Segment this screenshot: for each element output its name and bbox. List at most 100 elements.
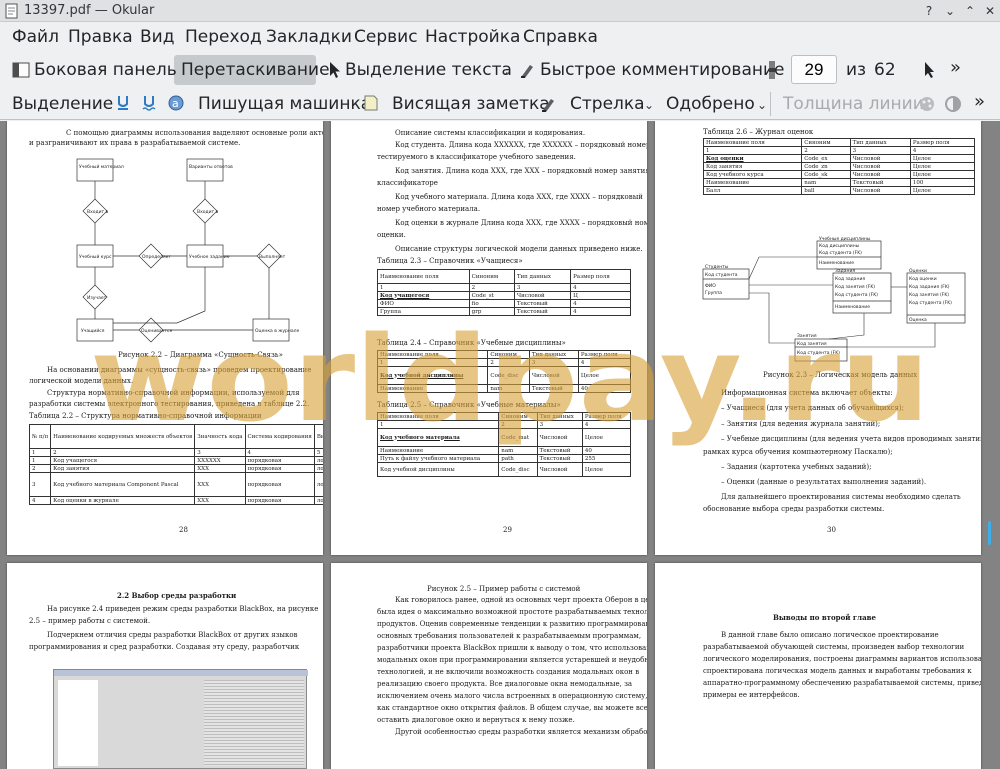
menu-go[interactable]: Переход	[185, 27, 262, 47]
table-cell: 4	[570, 299, 631, 308]
table-row: Код учебного материала Code_mat Числовой Це…	[376, 428, 632, 447]
paragraph-line: Другой особенностью среды разработки явл…	[395, 728, 647, 736]
table-header: Вид классификатора	[313, 424, 323, 449]
table-header: Размер поля	[581, 412, 632, 421]
overflow-menu-icon[interactable]: »	[950, 57, 961, 78]
paragraph-line: Как говорилось ранее, одной из основных …	[395, 596, 647, 604]
maximize-icon[interactable]: ⌃	[962, 3, 978, 19]
line-width-button[interactable]: Толщина линии	[783, 94, 924, 114]
table-cell: grp	[468, 307, 515, 316]
table-cell: Код занятия	[702, 162, 803, 171]
sidebar-icon	[12, 62, 30, 78]
opacity-icon[interactable]	[944, 95, 962, 113]
table-row: ФИО fio Текстовый 4	[377, 299, 631, 308]
paragraph-line: Код занятия. Длина кода XXX, где XXX – п…	[395, 167, 647, 175]
paragraph-line: технологией, и не включили возможность с…	[377, 668, 640, 676]
menu-help[interactable]: Справка	[523, 27, 598, 47]
menu-bookmarks[interactable]: Закладки	[266, 27, 352, 47]
entity-field: Код дисциплины	[819, 243, 860, 249]
text-select-button[interactable]: Выделение текста	[345, 60, 512, 80]
table-row: Балл ball Числовой Целое	[702, 186, 976, 195]
menu-settings[interactable]: Настройка	[425, 27, 520, 47]
list-item: – Оценки (данные о результатах выполнени…	[721, 478, 927, 486]
entity-field: Наименование	[835, 304, 870, 310]
table-cell: Code_sk	[801, 170, 851, 179]
strikeout-icon[interactable]: a	[167, 94, 185, 112]
chevron-down-icon[interactable]: ⌄	[500, 64, 510, 78]
table-header: Система кодирования	[244, 424, 315, 449]
table-row: Код занятия Code_zn Числовой Целое	[702, 162, 976, 171]
paragraph-line: разрабатываемой обучающей системы, произ…	[703, 643, 965, 651]
help-icon[interactable]: ?	[921, 3, 937, 19]
page-29[interactable]: Описание системы классификации и кодиров…	[331, 121, 647, 555]
underline-icon[interactable]	[116, 95, 130, 111]
table-cell: 4	[909, 146, 976, 155]
overflow-menu-icon[interactable]: »	[974, 91, 985, 112]
menu-tools[interactable]: Сервис	[354, 27, 418, 47]
paragraph-line: Для дальнейшего проектирования системы н…	[721, 493, 961, 501]
entity-relationship-diagram: Учебный материал Варианты ответов Входит…	[76, 158, 299, 343]
page-32[interactable]: Рисунок 2.5 – Пример работы с системой К…	[331, 563, 647, 769]
logical-data-model: Учебные дисциплины Код дисциплины Код ст…	[702, 236, 966, 362]
sidebar-toggle-button[interactable]: Боковая панель	[34, 60, 177, 80]
typewriter-button[interactable]: Пишущая машинка	[198, 94, 371, 114]
highlight-button[interactable]: Выделение	[12, 94, 113, 114]
page-nav-icon	[769, 61, 775, 79]
entity-field: Группа	[705, 290, 722, 296]
table-cell: 1	[28, 456, 52, 465]
page-28[interactable]: С помощью диаграммы использования выделя…	[7, 121, 323, 555]
table-cell: 2	[498, 420, 538, 429]
table-header: Наименование поля	[376, 350, 489, 359]
figure-titlebar	[54, 670, 308, 676]
paragraph-line: логического моделирования, построены диа…	[703, 655, 981, 663]
table-cell: 2	[50, 448, 196, 457]
paragraph-line: Структура нормативно-справочной информац…	[47, 389, 300, 397]
table-cell: Путь к файлу учебного материала	[376, 454, 500, 463]
diagram-label: Входит в	[197, 209, 219, 215]
paragraph-line: была идея о максимально возможной просто…	[377, 608, 647, 616]
drag-mode-button[interactable]: Перетаскивание	[181, 60, 330, 80]
menu-view[interactable]: Вид	[140, 27, 174, 47]
stamp-button[interactable]: Одобрено	[666, 94, 755, 114]
table-cell: 3	[513, 283, 572, 292]
quick-comment-button[interactable]: Быстрое комментирование	[540, 60, 784, 80]
close-icon[interactable]: ✕	[982, 3, 998, 19]
list-item-text: Учебные дисциплины (для ведения учета ви…	[726, 435, 981, 443]
page-number-input[interactable]	[791, 55, 837, 84]
menu-edit[interactable]: Правка	[68, 27, 133, 47]
paragraph-line: продуктов. Оценив современные тенденции …	[377, 620, 647, 628]
paragraph-line: На основании диаграммы «сущность-связь» …	[47, 366, 312, 374]
page-30[interactable]: Таблица 2.6 – Журнал оценок Наименование…	[655, 121, 981, 555]
figure-caption: Рисунок 2.5 – Пример работы с системой	[427, 585, 581, 593]
table-cell: Code_mat	[498, 428, 538, 447]
chevron-down-icon[interactable]: ⌄	[644, 98, 654, 112]
color-palette-icon[interactable]	[918, 95, 936, 113]
arrow-button[interactable]: Стрелка	[570, 94, 645, 114]
table-cell: 3	[528, 358, 579, 367]
document-view[interactable]: С помощью диаграммы использования выделя…	[0, 121, 1000, 769]
table-cell: 2	[801, 146, 851, 155]
table-header: Синоним	[498, 412, 538, 421]
page-31[interactable]: 2.2 Выбор среды разработки На рисунке 2.…	[7, 563, 323, 769]
table-cell: 1	[376, 358, 489, 367]
table-cell: Текстовый	[513, 299, 572, 308]
popup-note-button[interactable]: Висящая заметка	[392, 94, 550, 114]
minimize-icon[interactable]: ⌄	[942, 3, 958, 19]
entity-title: Учебные дисциплины	[819, 236, 871, 242]
squiggly-icon[interactable]	[142, 95, 156, 111]
table-cell: Ц	[570, 291, 631, 300]
table-header: Размер поля	[909, 138, 976, 147]
menu-file[interactable]: Файл	[12, 27, 59, 47]
paragraph-line: разработки системы электронного тестиров…	[29, 400, 310, 408]
table-header: Тип данных	[513, 269, 572, 284]
vertical-scrollbar[interactable]	[988, 521, 991, 545]
chevron-down-icon[interactable]: ⌄	[757, 98, 767, 112]
entity-field: Код студента (FK)	[819, 250, 862, 256]
page-33[interactable]: Выводы по второй главе В данной главе бы…	[655, 563, 981, 769]
paragraph-line: номер учебного материала.	[377, 205, 481, 213]
table-cell: 3	[194, 448, 246, 457]
table-cell: XXXXXX	[194, 456, 246, 465]
pointer-icon[interactable]	[921, 60, 937, 80]
paragraph-line: Описание системы классификации и кодиров…	[395, 129, 586, 137]
table-header: Наименование поля	[702, 138, 803, 147]
